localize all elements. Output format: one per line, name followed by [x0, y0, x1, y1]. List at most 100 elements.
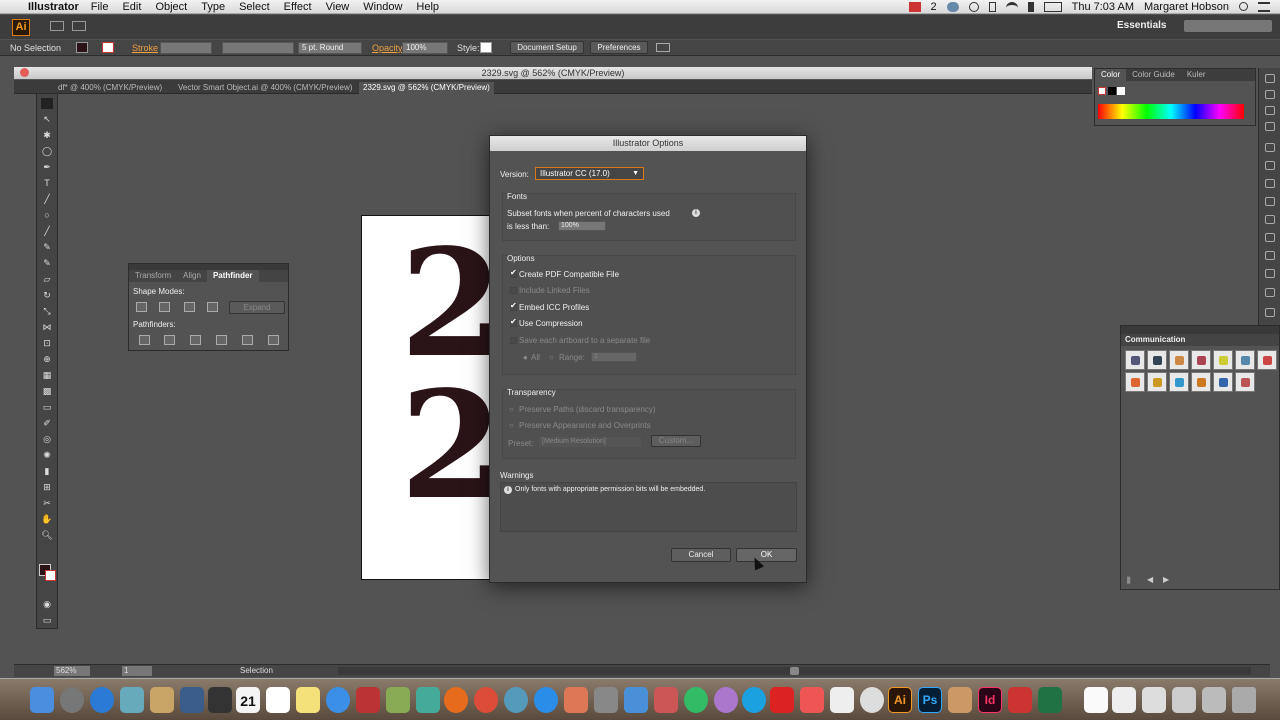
brushes-panel-icon[interactable]	[1265, 90, 1275, 99]
menubar-clock[interactable]: Thu 7:03 AM	[1072, 1, 1134, 13]
layers-panel-icon[interactable]	[1265, 143, 1275, 152]
create-pdf-checkbox[interactable]	[510, 268, 517, 278]
stroke-panel-icon[interactable]	[1265, 179, 1275, 188]
blob-brush-tool-icon[interactable]: ✎	[41, 258, 53, 269]
symbol-6-icon[interactable]	[1235, 350, 1255, 370]
divide-icon[interactable]	[139, 335, 150, 345]
all-radio[interactable]: ●	[523, 353, 528, 362]
battery-icon[interactable]	[1043, 1, 1062, 12]
drawing-mode-icon[interactable]: ◉	[41, 599, 53, 610]
excel-icon[interactable]	[1038, 687, 1062, 713]
symbol-libraries-menu-icon[interactable]: ⫼	[1127, 576, 1131, 586]
facetime-icon[interactable]	[208, 687, 232, 713]
photos-icon[interactable]	[654, 687, 678, 713]
documents-stack-icon[interactable]	[1142, 687, 1166, 713]
preserve-paths-radio[interactable]: ○	[509, 405, 514, 414]
zoom-field[interactable]: 562%	[54, 666, 90, 676]
menubar-user[interactable]: Margaret Hobson	[1144, 1, 1229, 13]
pen-tool-icon[interactable]: ✒	[41, 162, 53, 173]
minus-back-icon[interactable]	[268, 335, 279, 345]
perspective-grid-tool-icon[interactable]: ▦	[41, 370, 53, 381]
arrange-documents-icon[interactable]	[72, 21, 86, 31]
fill-swatch[interactable]	[76, 42, 88, 53]
clock-icon[interactable]	[968, 1, 979, 12]
ok-button[interactable]: OK	[736, 548, 797, 562]
preferences-button[interactable]: Preferences	[590, 41, 648, 54]
bridge-icon[interactable]	[50, 21, 64, 31]
chrome-icon[interactable]	[474, 687, 498, 713]
acrobat-icon[interactable]	[770, 687, 794, 713]
garageband-icon[interactable]	[564, 687, 588, 713]
mesh-tool-icon[interactable]: ▩	[41, 386, 53, 397]
menu-window[interactable]: Window	[363, 1, 402, 13]
links-panel-icon[interactable]	[1265, 251, 1275, 260]
slack-icon[interactable]	[800, 687, 824, 713]
type-tool-icon[interactable]: T	[41, 178, 53, 189]
gradient-tool-icon[interactable]: ▭	[41, 402, 53, 413]
app-menu[interactable]: Illustrator	[28, 1, 79, 13]
notification-center-icon[interactable]	[1258, 1, 1270, 12]
illustrator-app-icon[interactable]: Ai	[888, 687, 912, 713]
symbols-panel-icon[interactable]	[1265, 106, 1275, 115]
tab-color[interactable]: Color	[1095, 69, 1127, 81]
preview-icon[interactable]	[120, 687, 144, 713]
brush-definition-field[interactable]: 5 pt. Round	[298, 42, 362, 54]
pdf-icon[interactable]	[830, 687, 854, 713]
range-radio[interactable]: ○	[549, 353, 554, 362]
white-swatch[interactable]	[1117, 87, 1125, 95]
skype-icon[interactable]	[742, 687, 766, 713]
style-swatch[interactable]	[480, 42, 492, 53]
minus-front-icon[interactable]	[159, 302, 170, 312]
iphoto-icon[interactable]	[386, 687, 410, 713]
graphic-styles-panel-icon[interactable]	[1265, 122, 1275, 131]
cancel-button[interactable]: Cancel	[671, 548, 731, 562]
symbol-11-icon[interactable]	[1191, 372, 1211, 392]
custom-button[interactable]: Custom...	[651, 435, 701, 447]
glyph-two-bottom[interactable]: 2	[400, 371, 490, 519]
safari-icon[interactable]	[326, 687, 350, 713]
selection-tool-icon[interactable]	[41, 98, 53, 109]
screen-mode-icon[interactable]: ▭	[41, 615, 53, 626]
indesign-app-icon[interactable]: Id	[978, 687, 1002, 713]
stroke-swatch[interactable]	[102, 42, 114, 53]
spotlight-icon[interactable]	[1239, 2, 1248, 11]
symbol-2-icon[interactable]	[1147, 350, 1167, 370]
downloads-stack-icon[interactable]	[1112, 687, 1136, 713]
opacity-label[interactable]: Opacity:	[372, 43, 405, 53]
expand-button[interactable]: Expand	[229, 301, 285, 314]
artboard-number-field[interactable]: 1	[122, 666, 152, 676]
range-field[interactable]: 1	[591, 352, 637, 362]
version-select[interactable]: Illustrator CC (17.0) ▼	[535, 167, 644, 180]
symbol-7-icon[interactable]	[1257, 350, 1277, 370]
artboards-panel-icon[interactable]	[1265, 161, 1275, 170]
opacity-field[interactable]: 100%	[402, 42, 448, 54]
reminders-icon[interactable]	[266, 687, 290, 713]
preset-select[interactable]: [Medium Resolution]	[539, 437, 641, 447]
itunes-music-icon[interactable]	[714, 687, 738, 713]
applications-stack-icon[interactable]	[1172, 687, 1196, 713]
itunes-icon[interactable]	[534, 687, 558, 713]
direct-selection-tool-icon[interactable]: ↖	[41, 114, 53, 125]
menu-effect[interactable]: Effect	[284, 1, 312, 13]
info-panel-icon[interactable]	[1265, 269, 1275, 278]
lasso-tool-icon[interactable]: ◯	[41, 146, 53, 157]
include-linked-checkbox[interactable]	[510, 287, 517, 294]
crop-icon[interactable]	[216, 335, 227, 345]
artboard-tool-icon[interactable]: ⊞	[41, 482, 53, 493]
notes-icon[interactable]	[296, 687, 320, 713]
next-library-icon[interactable]: ▶	[1163, 575, 1169, 584]
panel-drag-bar[interactable]	[1121, 326, 1279, 334]
outline-icon[interactable]	[242, 335, 253, 345]
character-panel-icon[interactable]	[1265, 308, 1275, 317]
stroke-weight-field[interactable]	[160, 42, 212, 54]
variable-width-field[interactable]	[222, 42, 294, 54]
scale-tool-icon[interactable]: ⤡	[41, 306, 53, 317]
paintbrush-tool-icon[interactable]: ╱	[41, 226, 53, 237]
ellipse-tool-icon[interactable]: ○	[41, 210, 53, 221]
tab-vector-smart-object[interactable]: Vector Smart Object.ai @ 400% (CMYK/Prev…	[178, 82, 352, 94]
symbol-4-icon[interactable]	[1191, 350, 1211, 370]
none-swatch-icon[interactable]	[1098, 87, 1106, 95]
swatches-panel-icon[interactable]	[1265, 74, 1275, 83]
menu-type[interactable]: Type	[201, 1, 225, 13]
line-tool-icon[interactable]: ╱	[41, 194, 53, 205]
